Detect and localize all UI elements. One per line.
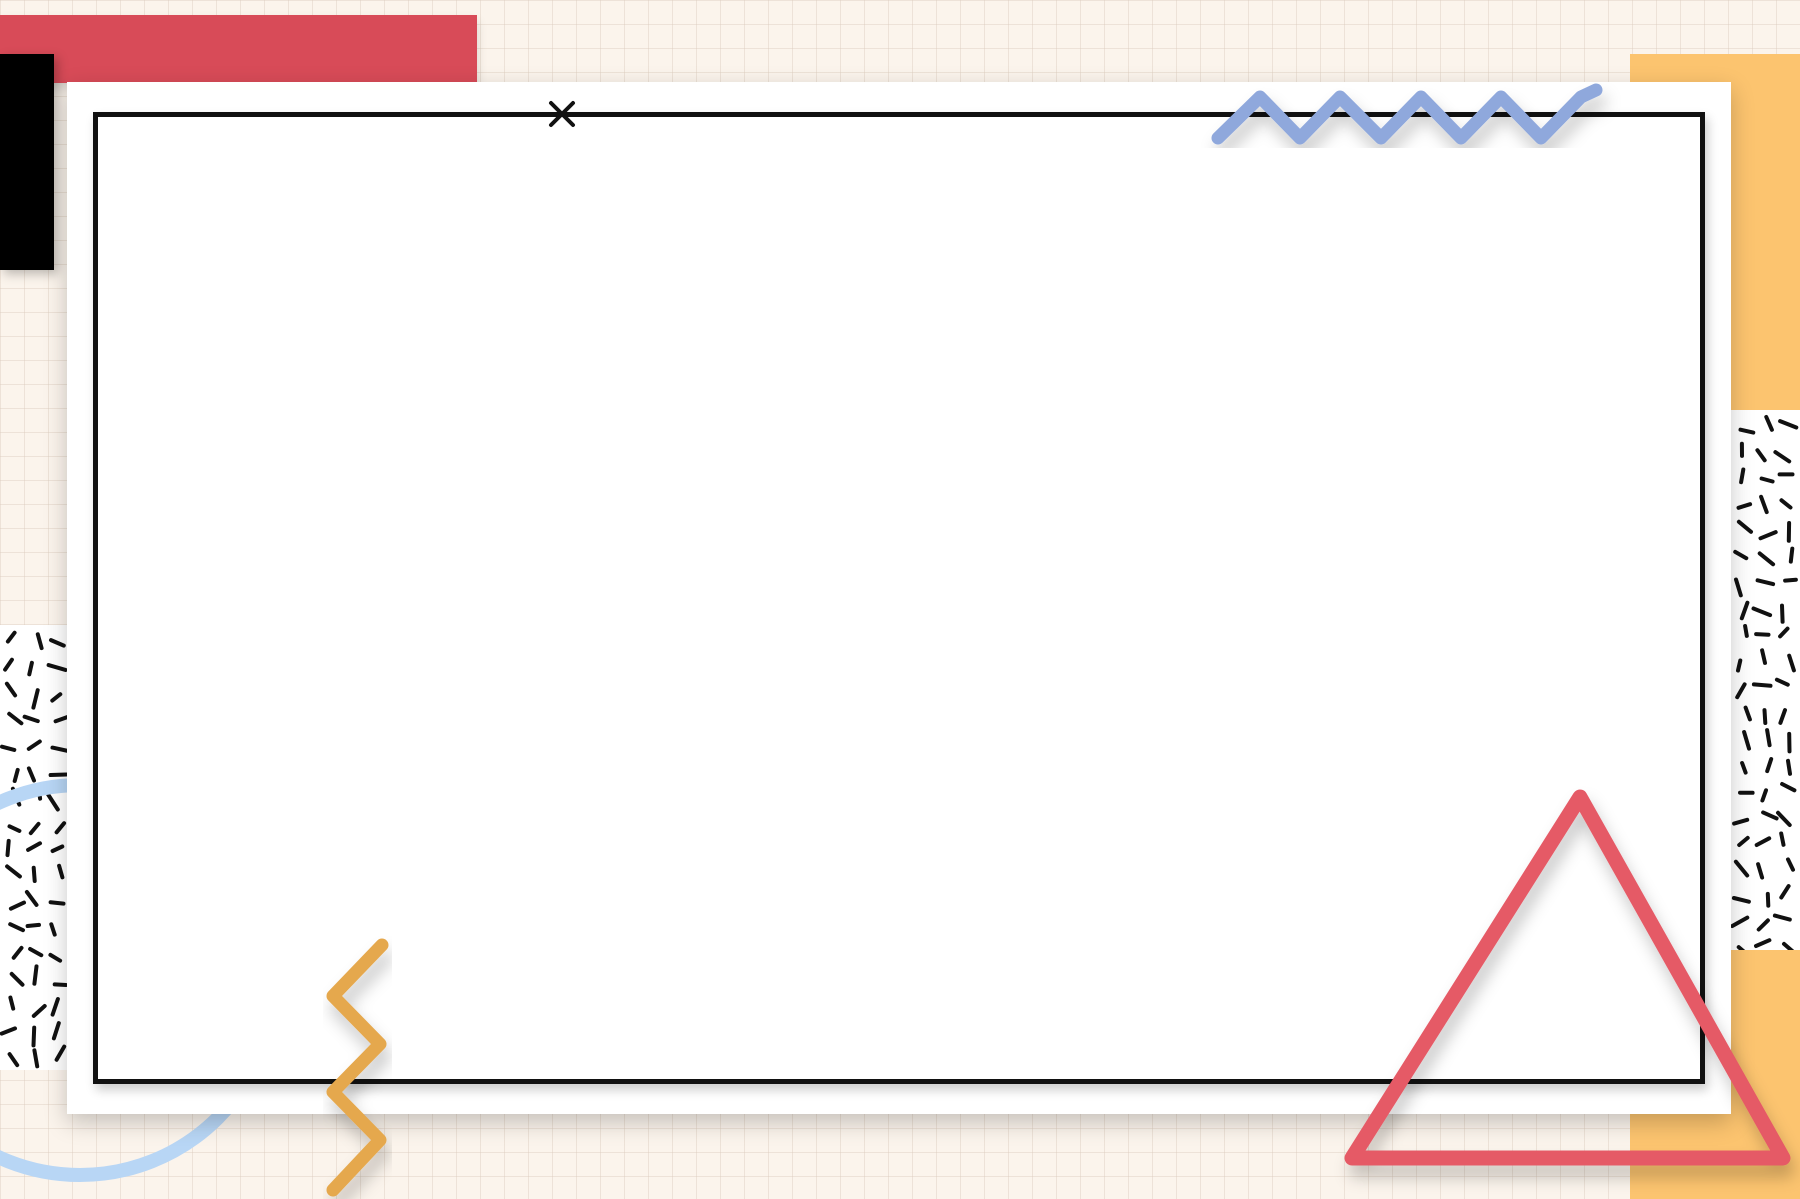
sprinkle-dash — [1739, 467, 1746, 485]
sprinkle-dash — [1765, 728, 1772, 748]
red-decor-bar — [0, 15, 477, 83]
sprinkle-dash — [31, 865, 37, 883]
sprinkle-pattern-right — [1730, 410, 1800, 950]
sprinkle-dash — [32, 1048, 40, 1069]
blank-card — [67, 82, 1731, 1114]
sprinkle-dash — [1754, 632, 1771, 637]
sprinkle-pattern-left — [0, 625, 68, 1070]
sprinkle-dash — [1738, 427, 1756, 435]
sprinkle-dash — [1760, 648, 1767, 665]
sprinkle-dash — [1743, 624, 1749, 638]
sprinkle-dash — [48, 900, 66, 906]
sprinkle-dash — [1788, 546, 1795, 564]
sprinkle-dash — [1736, 658, 1743, 673]
sprinkle-dash — [8, 995, 16, 1011]
sprinkle-dash — [1780, 603, 1785, 624]
card-frame — [93, 112, 1705, 1084]
sprinkle-dash — [27, 660, 34, 677]
sprinkle-dash — [1779, 831, 1786, 847]
sprinkle-dash — [32, 964, 39, 986]
black-decor-block — [0, 54, 54, 270]
sprinkle-dash — [31, 1025, 37, 1048]
sprinkle-dash — [5, 838, 11, 858]
sprinkle-dash — [1783, 577, 1798, 583]
sprinkle-dash — [1751, 682, 1773, 688]
sprinkle-dash — [1762, 708, 1768, 725]
sprinkle-dash — [48, 772, 68, 777]
sprinkle-dash — [1765, 891, 1771, 908]
sprinkle-dash — [52, 982, 68, 987]
sprinkle-dash — [1786, 758, 1792, 776]
sprinkle-dash — [36, 785, 43, 801]
sprinkle-dash — [25, 922, 41, 928]
